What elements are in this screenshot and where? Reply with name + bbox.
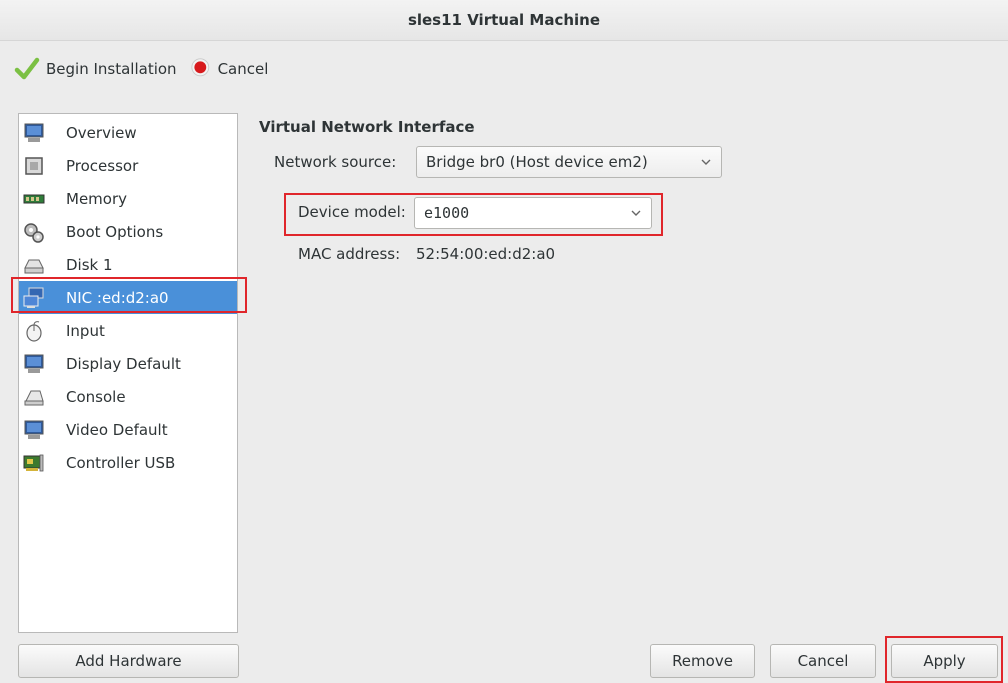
device-model-label: Device model: [298,203,406,221]
checkmark-icon [14,57,40,80]
sidebar-item-label: Controller USB [66,453,176,472]
network-icon [23,287,44,308]
cpu-icon [25,156,43,175]
hardware-list: Overview Processor Memory Boot Options D… [18,113,238,633]
sidebar-item-console[interactable]: Console [19,380,237,413]
sidebar-item-label: Disk 1 [66,255,113,274]
sidebar-item-label: Overview [66,123,137,142]
chevron-down-icon[interactable] [630,207,642,219]
sidebar-item-label: Input [66,321,105,340]
memory-icon [23,194,45,203]
cancel-installation-button[interactable]: Cancel [190,58,269,80]
begin-installation-button[interactable]: Begin Installation [14,56,177,82]
sidebar-item-controller-usb[interactable]: Controller USB [19,446,237,479]
mouse-icon [26,320,42,342]
sidebar-item-boot-options[interactable]: Boot Options [19,215,237,248]
monitor-icon [24,123,44,142]
controller-card-icon [23,454,44,471]
mac-address-label: MAC address: [298,245,401,263]
cancel-installation-label: Cancel [217,60,269,78]
apply-button[interactable]: Apply [891,644,998,678]
sidebar-item-label: Video Default [66,420,168,439]
monitor-icon [24,354,44,373]
console-icon [24,390,44,405]
device-model-combo[interactable]: e1000 [414,197,652,229]
sidebar-item-disk-1[interactable]: Disk 1 [19,248,237,281]
sidebar-item-memory[interactable]: Memory [19,182,237,215]
mac-address-value: 52:54:00:ed:d2:a0 [416,245,556,263]
sidebar-item-label: Console [66,387,126,406]
cancel-button[interactable]: Cancel [770,644,876,678]
sidebar-item-nic[interactable]: NIC :ed:d2:a0 [19,281,237,314]
sidebar-item-video-default[interactable]: Video Default [19,413,237,446]
begin-installation-label: Begin Installation [46,60,177,78]
device-model-value[interactable]: e1000 [424,204,469,222]
sidebar-item-label: Memory [66,189,128,208]
sidebar-item-label: NIC :ed:d2:a0 [66,288,169,307]
window-title: sles11 Virtual Machine [0,0,1008,41]
add-hardware-button[interactable]: Add Hardware [18,644,239,678]
sidebar-item-label: Boot Options [66,222,164,241]
network-source-value: Bridge br0 (Host device em2) [426,153,648,171]
network-source-label: Network source: [274,153,397,171]
network-source-select[interactable]: Bridge br0 (Host device em2) [416,146,722,178]
sidebar-item-display-default[interactable]: Display Default [19,347,237,380]
disk-icon [24,259,44,273]
stop-icon [190,58,209,77]
sidebar-item-processor[interactable]: Processor [19,149,237,182]
monitor-icon [24,420,44,439]
sidebar-item-label: Display Default [66,354,181,373]
remove-button[interactable]: Remove [650,644,755,678]
sidebar-item-overview[interactable]: Overview [19,116,237,149]
gears-icon [24,222,44,243]
section-title: Virtual Network Interface [259,118,475,136]
toolbar: Begin Installation Cancel [14,54,278,84]
sidebar-item-input[interactable]: Input [19,314,237,347]
sidebar-item-label: Processor [66,156,139,175]
chevron-down-icon [701,159,711,165]
